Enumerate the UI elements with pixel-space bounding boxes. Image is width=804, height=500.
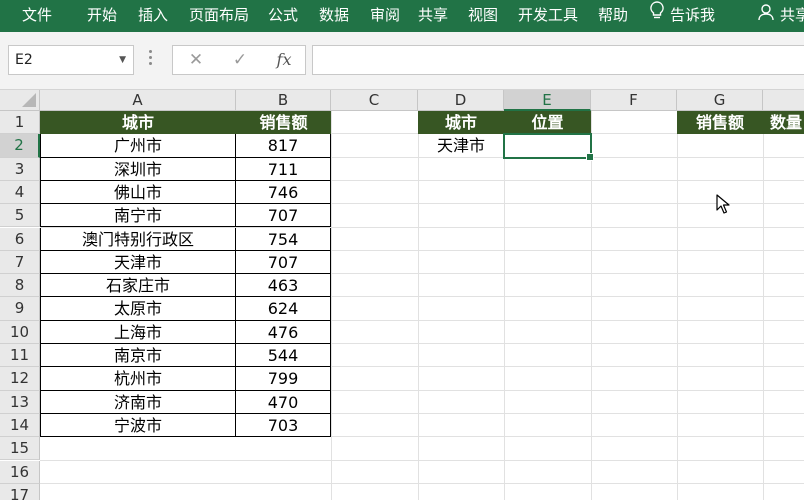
row-header[interactable]: 7 xyxy=(0,250,40,275)
tab-help[interactable]: 帮助 xyxy=(598,0,628,32)
gridline xyxy=(40,459,804,461)
city-cell[interactable]: 济南市 xyxy=(40,390,236,414)
tab-data[interactable]: 数据 xyxy=(319,0,349,32)
ribbon-tab-bar: 文件 开始 插入 页面布局 公式 数据 审阅 共享 视图 开发工具 帮助 告诉我… xyxy=(0,0,804,32)
tell-me-search[interactable]: 告诉我 xyxy=(650,0,715,32)
column-header-g[interactable]: G xyxy=(677,90,763,111)
row-header[interactable]: 16 xyxy=(0,460,40,484)
sales-cell[interactable]: 703 xyxy=(236,413,331,438)
cell-d2[interactable]: 天津市 xyxy=(418,134,504,157)
sales-cell[interactable]: 711 xyxy=(236,157,331,181)
share-button[interactable]: 共享 xyxy=(758,0,804,32)
sales-cell[interactable]: 754 xyxy=(236,227,331,251)
column-header-a[interactable]: A xyxy=(40,90,236,111)
name-box-value: E2 xyxy=(15,52,33,68)
row-header[interactable]: 4 xyxy=(0,180,40,205)
city-cell[interactable]: 天津市 xyxy=(40,250,236,275)
city-cell[interactable]: 石家庄市 xyxy=(40,274,236,298)
drag-handle-icon[interactable] xyxy=(148,50,154,68)
city-cell[interactable]: 深圳市 xyxy=(40,157,236,181)
city-cell[interactable]: 广州市 xyxy=(40,134,236,158)
formula-input[interactable] xyxy=(312,45,804,75)
tab-insert[interactable]: 插入 xyxy=(138,0,168,32)
city-cell[interactable]: 杭州市 xyxy=(40,367,236,391)
row-header[interactable]: 8 xyxy=(0,274,40,298)
city-cell[interactable]: 上海市 xyxy=(40,320,236,344)
gridline xyxy=(677,111,678,500)
row-header[interactable]: 14 xyxy=(0,413,40,438)
row-header[interactable]: 12 xyxy=(0,367,40,391)
city-cell[interactable]: 佛山市 xyxy=(40,180,236,205)
row-header[interactable]: 11 xyxy=(0,344,40,368)
header-cell-sales[interactable]: 销售额 xyxy=(236,111,331,135)
gridline xyxy=(504,111,505,500)
gridline xyxy=(763,111,764,500)
tab-formulas[interactable]: 公式 xyxy=(268,0,298,32)
select-all-button[interactable] xyxy=(0,90,40,111)
tab-share[interactable]: 共享 xyxy=(418,0,448,32)
lightbulb-icon xyxy=(650,0,664,31)
row-header[interactable]: 1 xyxy=(0,111,40,135)
sales-cell[interactable]: 799 xyxy=(236,367,331,391)
city-cell[interactable]: 南宁市 xyxy=(40,204,236,228)
gridline xyxy=(418,111,419,500)
insert-function-button[interactable]: fx xyxy=(269,46,299,74)
row-header[interactable]: 5 xyxy=(0,204,40,228)
sales-cell[interactable]: 746 xyxy=(236,180,331,205)
worksheet-grid: A B C D E F G 1 2 3 4 5 6 7 8 9 10 11 12 13 14 15 16 17 … xyxy=(0,90,804,500)
tell-me-label: 告诉我 xyxy=(670,6,716,24)
chevron-down-icon[interactable]: ▼ xyxy=(119,46,126,74)
name-box[interactable]: E2 ▼ xyxy=(8,45,134,75)
mouse-cursor-icon xyxy=(716,194,730,218)
sales-cell[interactable]: 544 xyxy=(236,344,331,368)
row-header[interactable]: 13 xyxy=(0,390,40,414)
tab-home[interactable]: 开始 xyxy=(87,0,117,32)
gridline xyxy=(591,111,592,500)
city-cell[interactable]: 南京市 xyxy=(40,344,236,368)
header-cell-sales-2[interactable]: 销售额 xyxy=(677,111,763,135)
sales-cell[interactable]: 470 xyxy=(236,390,331,414)
share-label: 共享 xyxy=(780,6,804,24)
row-header[interactable]: 10 xyxy=(0,320,40,344)
city-cell[interactable]: 宁波市 xyxy=(40,413,236,438)
row-header[interactable]: 17 xyxy=(0,483,40,500)
sales-cell[interactable]: 463 xyxy=(236,274,331,298)
tab-review[interactable]: 审阅 xyxy=(370,0,400,32)
sales-cell[interactable]: 707 xyxy=(236,250,331,275)
column-header-b[interactable]: B xyxy=(236,90,331,111)
column-header-e[interactable]: E xyxy=(504,90,591,111)
tab-view[interactable]: 视图 xyxy=(468,0,498,32)
person-icon xyxy=(758,1,774,31)
column-header-d[interactable]: D xyxy=(418,90,504,111)
row-header[interactable]: 3 xyxy=(0,157,40,181)
active-cell-selection[interactable] xyxy=(503,133,594,161)
formula-buttons: ✕ ✓ fx xyxy=(172,45,306,75)
cancel-icon[interactable]: ✕ xyxy=(181,46,211,74)
tab-file[interactable]: 文件 xyxy=(22,0,52,32)
city-cell[interactable]: 太原市 xyxy=(40,297,236,321)
header-cell-city-2[interactable]: 城市 xyxy=(418,111,504,135)
tab-developer[interactable]: 开发工具 xyxy=(518,0,578,32)
sales-cell[interactable]: 476 xyxy=(236,320,331,344)
gridline xyxy=(331,111,332,500)
tab-page-layout[interactable]: 页面布局 xyxy=(189,0,249,32)
row-header[interactable]: 2 xyxy=(0,134,40,158)
enter-icon[interactable]: ✓ xyxy=(225,46,255,74)
formula-bar: E2 ▼ ✕ ✓ fx xyxy=(0,32,804,90)
header-cell-position[interactable]: 位置 xyxy=(504,111,591,135)
column-header-f[interactable]: F xyxy=(591,90,677,111)
header-cell-city[interactable]: 城市 xyxy=(40,111,236,135)
city-cell[interactable]: 澳门特别行政区 xyxy=(40,227,236,251)
row-header[interactable]: 15 xyxy=(0,437,40,461)
sales-cell[interactable]: 817 xyxy=(236,134,331,158)
column-header-c[interactable]: C xyxy=(331,90,418,111)
gridline xyxy=(40,482,804,484)
header-cell-quantity[interactable]: 数量 xyxy=(763,111,804,135)
sales-cell[interactable]: 624 xyxy=(236,297,331,321)
sales-cell[interactable]: 707 xyxy=(236,204,331,228)
column-header-h[interactable] xyxy=(763,90,804,111)
row-header[interactable]: 9 xyxy=(0,297,40,321)
row-header[interactable]: 6 xyxy=(0,227,40,251)
